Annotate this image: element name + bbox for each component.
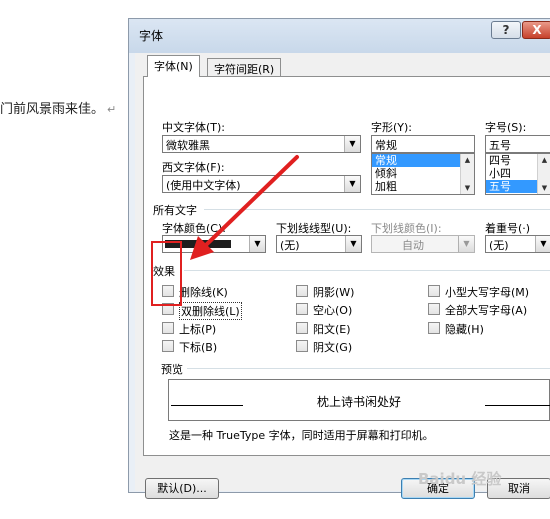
size-listbox[interactable]: 四号 小四 五号 ▲ ▼ [485, 153, 550, 195]
checkbox-box[interactable] [428, 303, 440, 315]
emphasis-value: (无) [489, 239, 509, 252]
style-input[interactable]: 常规 [371, 135, 475, 153]
preview-rule-right [485, 405, 550, 406]
style-scrollbar[interactable]: ▲ ▼ [460, 154, 474, 194]
close-button[interactable]: X [522, 21, 550, 39]
checkbox-box[interactable] [162, 322, 174, 334]
emphasis-combo[interactable]: (无) ▼ [485, 235, 550, 253]
checkbox-label: 双删除线(L) [179, 302, 242, 320]
western-font-label: 西文字体(F): [162, 161, 225, 174]
western-font-combo[interactable]: (使用中文字体) ▼ [162, 175, 361, 193]
checkbox-label: 上标(P) [179, 323, 217, 336]
checkbox-label: 删除线(K) [179, 286, 228, 299]
dialog-title: 字体 [139, 29, 164, 43]
checkbox-box[interactable] [162, 340, 174, 352]
checkbox-box[interactable] [296, 340, 308, 352]
checkbox-box[interactable] [428, 285, 440, 297]
baidu-watermark: Baidu 经验 [418, 470, 502, 488]
checkbox-box[interactable] [428, 322, 440, 334]
size-input[interactable]: 五号 [485, 135, 550, 153]
checkbox-label: 阳文(E) [313, 323, 351, 336]
chevron-down-icon[interactable]: ▼ [535, 236, 550, 252]
default-button[interactable]: 默认(D)... [145, 478, 219, 499]
checkbox-label: 下标(B) [179, 341, 218, 354]
underline-type-combo[interactable]: (无) ▼ [276, 235, 362, 253]
chevron-down-icon[interactable]: ▼ [344, 176, 360, 192]
font-color-label: 字体颜色(C): [162, 222, 226, 235]
preview-box: 枕上诗书闲处好 [168, 379, 550, 421]
help-button[interactable]: ? [491, 21, 521, 39]
underline-color-label: 下划线颜色(I): [371, 222, 442, 235]
style-option[interactable]: 常规 [372, 154, 474, 167]
document-text: 门前风景雨来佳。 ↵ [0, 98, 116, 117]
underline-color-value: 自动 [402, 239, 424, 252]
size-scrollbar[interactable]: ▲ ▼ [537, 154, 550, 194]
separator [204, 209, 550, 210]
checkbox-box[interactable] [296, 322, 308, 334]
all-text-group-title: 所有文字 [153, 202, 201, 218]
checkbox-box[interactable] [296, 285, 308, 297]
scroll-up-icon[interactable]: ▲ [538, 154, 550, 166]
checkbox-box[interactable] [296, 303, 308, 315]
preview-group-title: 预览 [161, 361, 187, 377]
separator [184, 368, 550, 369]
checkbox-label: 阴影(W) [313, 286, 355, 299]
font-tab-panel: 中文字体(T): 微软雅黑 ▼ 西文字体(F): (使用中文字体) ▼ 字形(Y… [143, 76, 550, 456]
style-listbox[interactable]: 常规 倾斜 加粗 ▲ ▼ [371, 153, 475, 195]
scroll-down-icon[interactable]: ▼ [461, 182, 474, 194]
scroll-down-icon[interactable]: ▼ [538, 182, 550, 194]
separator [184, 270, 550, 271]
font-note: 这是一种 TrueType 字体，同时适用于屏幕和打印机。 [169, 429, 434, 442]
document-line: 门前风景雨来佳。 [0, 102, 105, 117]
dialog-body: 字体(N) 字符间距(R) 中文字体(T): 微软雅黑 ▼ 西文字体(F): (… [135, 53, 550, 499]
chinese-font-combo[interactable]: 微软雅黑 ▼ [162, 135, 361, 153]
dialog-titlebar[interactable]: 字体 ? X [129, 19, 550, 53]
underline-type-label: 下划线线型(U): [276, 222, 352, 235]
paragraph-mark-icon: ↵ [107, 103, 117, 116]
western-font-value: (使用中文字体) [166, 179, 241, 192]
font-dialog: 字体 ? X 字体(N) 字符间距(R) 中文字体(T): 微软雅黑 ▼ 西文字… [128, 18, 550, 499]
chevron-down-icon[interactable]: ▼ [345, 236, 361, 252]
chevron-down-icon[interactable]: ▼ [344, 136, 360, 152]
checkbox-label: 空心(O) [313, 304, 353, 317]
chevron-down-icon[interactable]: ▼ [249, 236, 265, 252]
annotation-highlight-box [151, 241, 182, 306]
chevron-down-icon[interactable]: ▼ [458, 236, 474, 252]
checkbox-label: 阴文(G) [313, 341, 353, 354]
preview-sample-text: 枕上诗书闲处好 [316, 395, 401, 409]
checkbox-label: 隐藏(H) [445, 323, 484, 336]
underline-type-value: (无) [280, 239, 300, 252]
style-option[interactable]: 加粗 [372, 180, 474, 193]
chinese-font-value: 微软雅黑 [166, 139, 210, 152]
size-label: 字号(S): [485, 121, 527, 134]
style-option[interactable]: 倾斜 [372, 167, 474, 180]
emphasis-label: 着重号(·) [485, 222, 531, 235]
tab-character-spacing[interactable]: 字符间距(R) [207, 58, 282, 77]
scroll-up-icon[interactable]: ▲ [461, 154, 474, 166]
checkbox-label: 小型大写字母(M) [445, 286, 530, 299]
underline-color-combo[interactable]: 自动 ▼ [371, 235, 475, 253]
chinese-font-label: 中文字体(T): [162, 121, 226, 134]
tab-font[interactable]: 字体(N) [147, 55, 200, 77]
style-label: 字形(Y): [371, 121, 413, 134]
checkbox-label: 全部大写字母(A) [445, 304, 528, 317]
